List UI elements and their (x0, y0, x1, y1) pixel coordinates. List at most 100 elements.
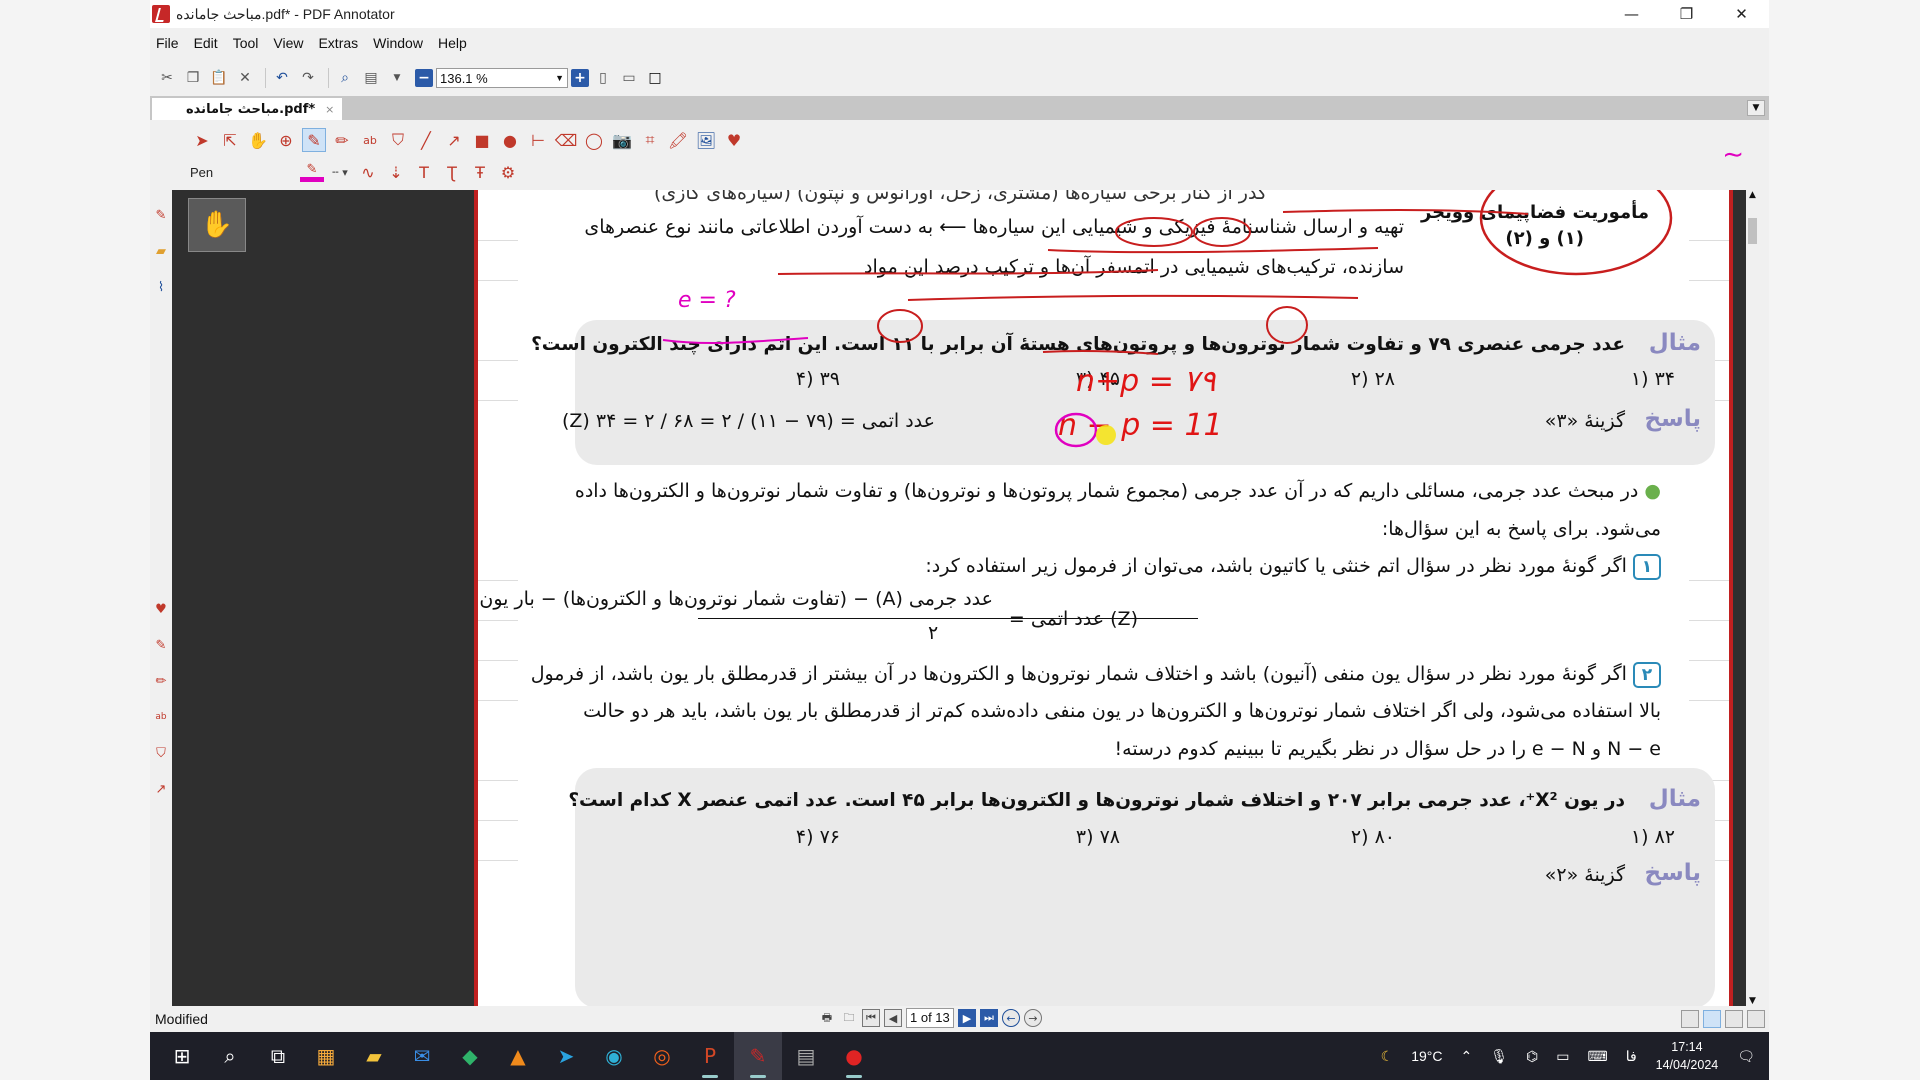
microsoft-store-icon[interactable]: ▦ (302, 1032, 350, 1080)
previous-page-icon[interactable]: ◀ (884, 1009, 902, 1027)
line-tool-icon[interactable]: ╱ (414, 128, 438, 152)
dropdown-icon[interactable]: ▼ (386, 67, 408, 89)
back-icon[interactable]: ← (1002, 1009, 1020, 1027)
crop-icon[interactable]: ⌗ (638, 128, 662, 152)
find-icon[interactable]: ⌕ (334, 67, 356, 89)
two-page-continuous-view-icon[interactable] (1747, 1010, 1765, 1028)
microphone-icon[interactable]: 🎙 (1490, 1048, 1508, 1065)
weather-moon-icon[interactable]: ☾ (1381, 1048, 1394, 1065)
weather-temperature[interactable]: 19°C (1411, 1048, 1442, 1064)
text-box-icon[interactable]: ab (358, 128, 382, 152)
two-page-view-icon[interactable] (1725, 1010, 1743, 1028)
paste-icon[interactable]: 📋 (208, 67, 230, 89)
notifications-icon[interactable]: 🗨 (1737, 1048, 1755, 1065)
menu-window[interactable]: Window (373, 35, 423, 51)
zoom-out-button[interactable]: − (415, 69, 433, 87)
delete-icon[interactable]: ✕ (234, 67, 256, 89)
hand-pan-thumbnail-icon[interactable]: ✋ (188, 198, 246, 252)
pen-sidebar-icon[interactable]: ✎ (150, 204, 172, 226)
favorites-heart-icon[interactable]: ♥ (722, 128, 746, 152)
squiggly-text-icon[interactable]: Ʈ (440, 160, 464, 184)
document-tab[interactable]: مباحث جامانده.pdf* × (152, 98, 342, 120)
pdf-annotator-app-icon[interactable] (152, 5, 170, 23)
redo-icon[interactable]: ↷ (297, 67, 319, 89)
cut-icon[interactable]: ✂ (156, 67, 178, 89)
show-hidden-icons-icon[interactable]: ⌃ (1460, 1048, 1472, 1065)
rectangle-tool-icon[interactable]: ■ (470, 128, 494, 152)
search-icon[interactable]: ⌕ (206, 1032, 254, 1080)
menu-file[interactable]: File (156, 35, 179, 51)
stamp-icon[interactable]: ⛉ (386, 128, 410, 152)
pen-tool-icon[interactable]: ✎ (302, 128, 326, 152)
image-insert-icon[interactable]: 🖼 (694, 128, 718, 152)
pdf-annotator-taskbar-icon[interactable]: ✎ (734, 1032, 782, 1080)
favorite-stamp-icon[interactable]: ⛉ (150, 742, 172, 764)
fullscreen-icon[interactable]: □ (644, 67, 666, 89)
first-page-icon[interactable]: ⏮ (862, 1009, 880, 1027)
lasso-icon[interactable]: ◯ (582, 128, 606, 152)
tab-close-icon[interactable]: × (325, 103, 334, 116)
keyboard-icon[interactable]: ⌨ (1587, 1048, 1607, 1065)
select-arrow-icon[interactable]: ➤ (190, 128, 214, 152)
minimize-button[interactable]: — (1604, 0, 1659, 28)
menu-tool[interactable]: Tool (233, 35, 259, 51)
zoom-in-button[interactable]: + (571, 69, 589, 87)
continuous-view-icon[interactable] (1703, 1010, 1721, 1028)
arrow-tool-icon[interactable]: ↗ (442, 128, 466, 152)
powerpoint-icon[interactable]: P (686, 1032, 734, 1080)
underline-text-icon[interactable]: T (412, 160, 436, 184)
system-clock[interactable]: 17:14 14/04/2024 (1656, 1038, 1719, 1074)
windows-start-icon[interactable]: ⊞ (158, 1032, 206, 1080)
open-folder-icon[interactable]: 🗀 (840, 1009, 858, 1027)
favorite-pen-icon[interactable]: ✎ (150, 634, 172, 656)
calculator-icon[interactable]: ▤ (782, 1032, 830, 1080)
favorite-arrow-icon[interactable]: ↗ (150, 778, 172, 800)
document-view[interactable]: گذر از کنار برخی سیاره‌ها (مشتری، زحل، ا… (339, 190, 1759, 1006)
marker-icon[interactable]: 🖍 (666, 128, 690, 152)
network-icon[interactable]: ⌬ (1526, 1048, 1538, 1065)
print-icon[interactable]: 🖶 (818, 1009, 836, 1027)
strikeout-text-icon[interactable]: Ŧ (468, 160, 492, 184)
undo-icon[interactable]: ↶ (271, 67, 293, 89)
tool-settings-icon[interactable]: ⚙ (496, 160, 520, 184)
menu-view[interactable]: View (273, 35, 303, 51)
heart-favorites-icon[interactable]: ♥ (150, 598, 172, 620)
menu-extras[interactable]: Extras (318, 35, 358, 51)
mail-icon[interactable]: ✉ (398, 1032, 446, 1080)
favorite-textbox-icon[interactable]: ab (150, 706, 172, 728)
vlc-icon[interactable]: ▲ (494, 1032, 542, 1080)
line-spacing-icon[interactable]: ⇣ (384, 160, 408, 184)
language-indicator[interactable]: فا (1626, 1048, 1637, 1065)
pen-color-picker[interactable]: ✎ (300, 160, 324, 184)
last-page-icon[interactable]: ⏭ (980, 1009, 998, 1027)
page-number-input[interactable]: 1 of 13 (906, 1008, 954, 1028)
page-setup-icon[interactable]: ▤ (360, 67, 382, 89)
attachment-icon[interactable]: ⌇ (150, 276, 172, 298)
forward-icon[interactable]: → (1024, 1009, 1042, 1027)
edge-browser-icon[interactable]: ◉ (590, 1032, 638, 1080)
scroll-up-icon[interactable]: ▲ (1746, 190, 1759, 200)
select-text-icon[interactable]: ⇱ (218, 128, 242, 152)
chevron-down-icon[interactable]: ▼ (555, 73, 564, 83)
eraser-icon[interactable]: ⌫ (554, 128, 578, 152)
battery-icon[interactable]: ▭ (1556, 1048, 1569, 1065)
folder-icon[interactable]: ▰ (150, 240, 172, 262)
ellipse-tool-icon[interactable]: ● (498, 128, 522, 152)
screen-recorder-icon[interactable]: ● (830, 1032, 878, 1080)
line-style-dropdown-icon[interactable]: ╌ ▾ (328, 160, 352, 184)
fit-page-icon[interactable]: ▯ (592, 67, 614, 89)
zoom-input[interactable]: 136.1 % ▼ (436, 68, 568, 88)
highlighter-icon[interactable]: ✏ (330, 128, 354, 152)
measure-tool-icon[interactable]: ⊢ (526, 128, 550, 152)
fit-width-icon[interactable]: ▭ (618, 67, 640, 89)
scrollbar-thumb[interactable] (1748, 218, 1757, 244)
task-view-icon[interactable]: ⧉ (254, 1032, 302, 1080)
zoom-tool-icon[interactable]: ⊕ (274, 128, 298, 152)
close-button[interactable]: ✕ (1714, 0, 1769, 28)
single-page-view-icon[interactable] (1681, 1010, 1699, 1028)
vertical-scrollbar[interactable]: ▲ ▼ (1746, 190, 1759, 1006)
scroll-down-icon[interactable]: ▼ (1746, 996, 1759, 1006)
next-page-icon[interactable]: ▶ (958, 1009, 976, 1027)
maximize-button[interactable]: ❐ (1659, 0, 1714, 28)
camera-icon[interactable]: 📷 (610, 128, 634, 152)
